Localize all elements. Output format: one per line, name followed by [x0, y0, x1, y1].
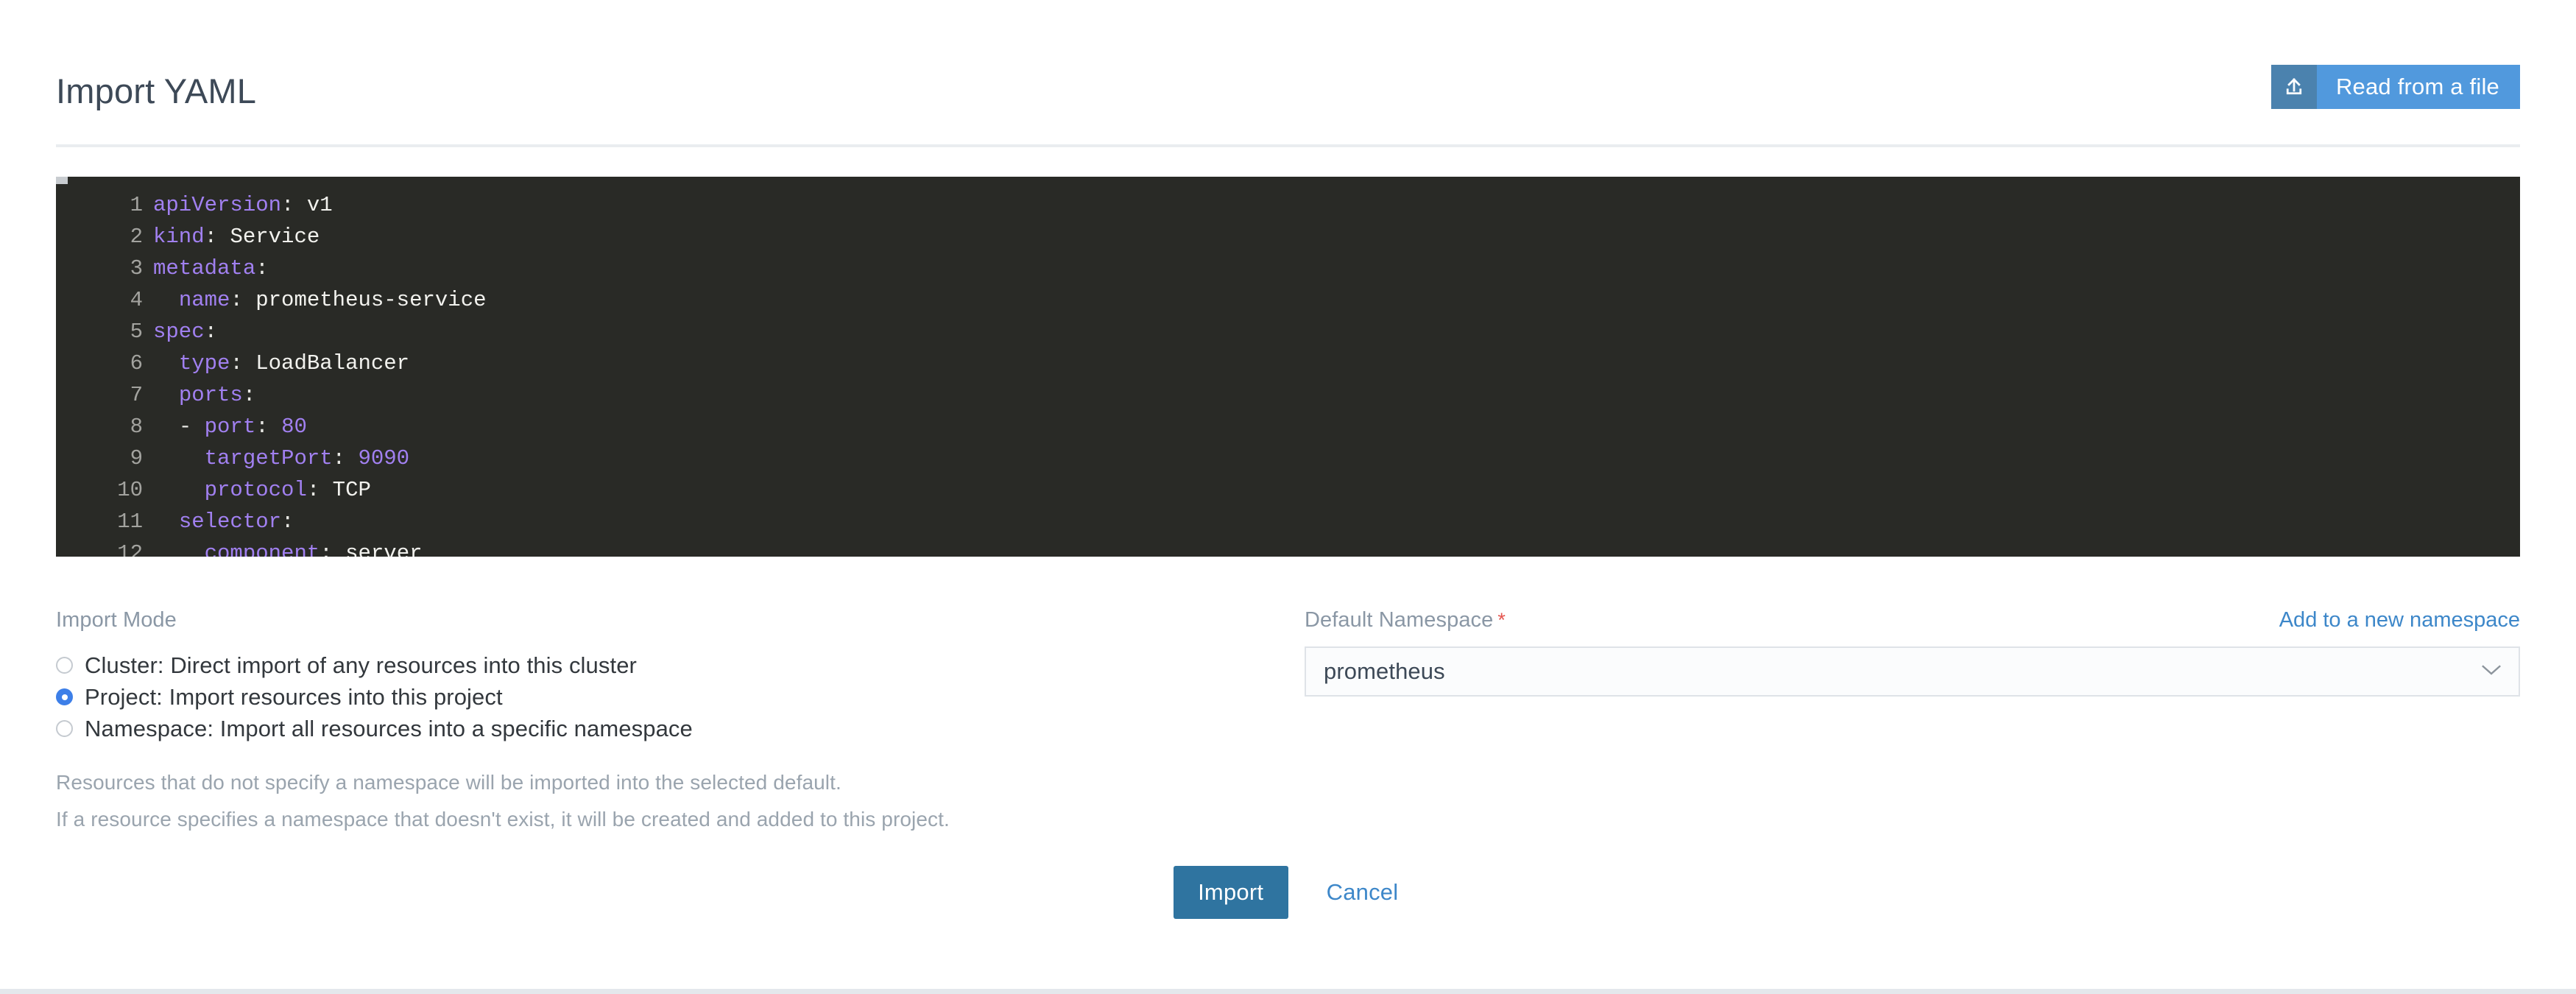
radio-button-project[interactable] — [56, 688, 73, 705]
yaml-value: Service — [230, 225, 320, 249]
line-number: 12 — [117, 541, 143, 557]
yaml-code-lines[interactable]: 1 apiVersion: v1 2 kind: Service 3 metadata: 4… — [56, 177, 2520, 557]
editor-gutter-marker — [56, 177, 68, 184]
default-namespace-label: Default Namespace * — [1305, 608, 1506, 632]
code-line: 7 ports: — [56, 379, 2520, 411]
upload-icon — [2270, 65, 2317, 109]
code-line: 3 metadata: — [56, 253, 2520, 284]
code-line: 11 selector: — [56, 506, 2520, 537]
radio-button-namespace[interactable] — [56, 720, 73, 737]
line-number: 6 — [130, 351, 143, 376]
yaml-colon: : — [204, 320, 218, 344]
yaml-key: ports — [178, 383, 243, 407]
yaml-key: metadata — [153, 256, 256, 281]
yaml-colon: : — [255, 415, 282, 439]
code-line: 5 spec: — [56, 316, 2520, 348]
default-namespace-value: prometheus — [1324, 658, 1445, 684]
page-title: Import YAML — [56, 71, 257, 110]
import-mode-option-namespace[interactable]: Namespace: Import all resources into a s… — [56, 713, 1271, 744]
line-number: 10 — [117, 478, 143, 502]
radio-button-cluster[interactable] — [56, 657, 73, 674]
line-number: 4 — [130, 288, 143, 312]
yaml-value: v1 — [306, 193, 333, 217]
radio-label-project: Project: Import resources into this proj… — [85, 683, 503, 710]
line-number: 7 — [130, 383, 143, 407]
yaml-value: prometheus-service — [255, 288, 487, 312]
yaml-key: port — [204, 415, 256, 439]
yaml-list-dash: - — [178, 415, 205, 439]
yaml-colon: : — [255, 256, 269, 281]
yaml-key: targetPort — [204, 446, 333, 470]
import-yaml-page: Import YAML Read from a file 1 apiVersion… — [0, 0, 2576, 994]
yaml-colon: : — [306, 478, 333, 502]
yaml-key: component — [204, 541, 320, 557]
code-line: 2 kind: Service — [56, 221, 2520, 253]
helper-note-2: If a resource specifies a namespace that… — [56, 808, 950, 831]
line-number: 11 — [117, 510, 143, 534]
yaml-colon: : — [204, 225, 230, 249]
chevron-down-icon — [2480, 663, 2502, 680]
yaml-value: 80 — [281, 415, 307, 439]
line-number: 9 — [130, 446, 143, 470]
import-mode-column: Import Mode Cluster: Direct import of an… — [56, 608, 1271, 744]
import-mode-radio-group[interactable]: Cluster: Direct import of any resources … — [56, 649, 1271, 744]
cancel-button[interactable]: Cancel — [1322, 878, 1403, 906]
yaml-value: 9090 — [358, 446, 410, 470]
line-number: 1 — [130, 193, 143, 217]
yaml-colon: : — [320, 541, 346, 557]
yaml-colon: : — [281, 193, 307, 217]
default-namespace-label-row: Default Namespace * Add to a new namespac… — [1305, 608, 2520, 632]
yaml-key: name — [178, 288, 230, 312]
code-line: 10 protocol: TCP — [56, 474, 2520, 506]
yaml-key: selector — [178, 510, 282, 534]
import-mode-label: Import Mode — [56, 608, 177, 632]
form-actions: Import Cancel — [0, 866, 2576, 919]
code-line: 6 type: LoadBalancer — [56, 348, 2520, 379]
helper-notes: Resources that do not specify a namespac… — [56, 764, 1823, 838]
default-namespace-select[interactable]: prometheus — [1305, 646, 2520, 697]
yaml-value: server — [345, 541, 423, 557]
read-from-file-label: Read from a file — [2316, 65, 2520, 109]
radio-label-namespace: Namespace: Import all resources into a s… — [85, 715, 693, 741]
read-from-file-button[interactable]: Read from a file — [2270, 65, 2520, 109]
code-line: 4 name: prometheus-service — [56, 284, 2520, 316]
required-asterisk: * — [1497, 609, 1506, 631]
yaml-colon: : — [281, 510, 294, 534]
yaml-key: type — [178, 351, 230, 376]
helper-note-1: Resources that do not specify a namespac… — [56, 771, 841, 794]
add-new-namespace-link[interactable]: Add to a new namespace — [2279, 608, 2520, 632]
line-number: 8 — [130, 415, 143, 439]
import-mode-option-cluster[interactable]: Cluster: Direct import of any resources … — [56, 649, 1271, 681]
yaml-value: LoadBalancer — [255, 351, 410, 376]
default-namespace-column: Default Namespace * Add to a new namespac… — [1305, 608, 2520, 697]
code-line: 9 targetPort: 9090 — [56, 443, 2520, 474]
line-number: 3 — [130, 256, 143, 281]
import-button[interactable]: Import — [1173, 866, 1288, 919]
yaml-value: TCP — [332, 478, 371, 502]
yaml-colon: : — [332, 446, 359, 470]
code-line: 12 component: server — [56, 537, 2520, 557]
radio-label-cluster: Cluster: Direct import of any resources … — [85, 652, 637, 678]
import-mode-option-project[interactable]: Project: Import resources into this proj… — [56, 681, 1271, 713]
yaml-editor[interactable]: 1 apiVersion: v1 2 kind: Service 3 metadata: 4… — [56, 177, 2520, 557]
yaml-colon: : — [230, 351, 256, 376]
line-number: 5 — [130, 320, 143, 344]
page-header: Import YAML Read from a file — [56, 65, 2520, 147]
yaml-key: kind — [153, 225, 205, 249]
yaml-colon: : — [230, 288, 256, 312]
line-number: 2 — [130, 225, 143, 249]
yaml-key: apiVersion — [153, 193, 282, 217]
code-line: 1 apiVersion: v1 — [56, 189, 2520, 221]
yaml-colon: : — [242, 383, 256, 407]
yaml-key: spec — [153, 320, 205, 344]
yaml-key: protocol — [204, 478, 307, 502]
code-line: 8 - port: 80 — [56, 411, 2520, 443]
default-namespace-label-text: Default Namespace — [1305, 608, 1494, 632]
